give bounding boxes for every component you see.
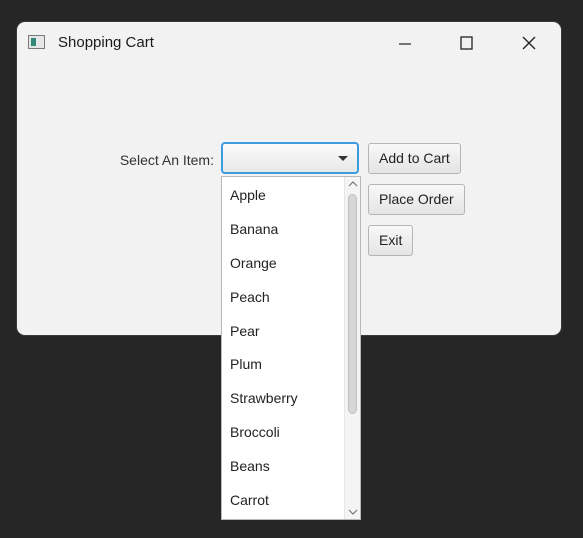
list-item[interactable]: Orange [222,246,344,280]
dropdown-scrollbar[interactable] [344,177,360,519]
window-title: Shopping Cart [58,34,154,51]
select-item-label: Select An Item: [119,152,214,168]
item-combobox[interactable] [221,142,359,174]
place-order-button[interactable]: Place Order [368,184,465,215]
maximize-icon [460,36,473,50]
scrollbar-thumb[interactable] [348,194,357,414]
chevron-down-icon [338,156,348,161]
list-item[interactable]: Strawberry [222,381,344,415]
close-button[interactable] [506,30,552,58]
list-item[interactable]: Broccoli [222,415,344,449]
list-item[interactable]: Peach [222,280,344,314]
title-bar[interactable]: Shopping Cart [17,22,561,64]
list-item[interactable]: Plum [222,347,344,381]
list-item[interactable]: Beans [222,449,344,483]
list-item[interactable]: Carrot [222,483,344,517]
chevron-down-icon[interactable] [348,507,358,517]
maximize-button[interactable] [443,30,489,58]
list-item[interactable]: Pear [222,314,344,348]
app-window-icon [28,35,45,49]
chevron-up-icon[interactable] [348,179,358,189]
dropdown-items: Apple Banana Orange Peach Pear Plum Stra… [222,178,344,517]
item-dropdown-list[interactable]: Apple Banana Orange Peach Pear Plum Stra… [221,176,361,520]
list-item[interactable]: Apple [222,178,344,212]
close-icon [522,36,536,50]
minimize-icon [399,43,411,45]
minimize-button[interactable] [382,30,428,58]
exit-button[interactable]: Exit [368,225,414,256]
add-to-cart-button[interactable]: Add to Cart [368,143,461,174]
list-item[interactable]: Banana [222,212,344,246]
